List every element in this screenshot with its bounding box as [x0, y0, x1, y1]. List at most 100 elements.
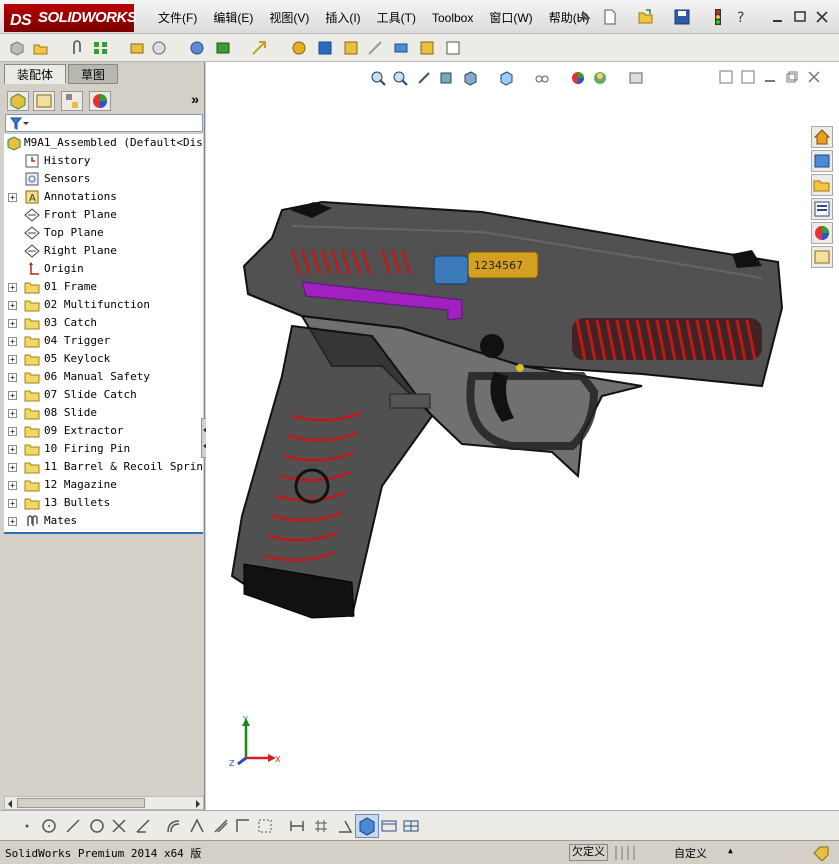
property-manager-tab[interactable] [33, 91, 55, 111]
tree-item[interactable]: Origin [4, 260, 203, 278]
tree-item[interactable]: + A Annotations [4, 188, 203, 206]
move-component-icon[interactable] [150, 39, 168, 57]
minimize-icon[interactable] [769, 8, 787, 26]
interference-detection-icon[interactable] [392, 39, 410, 57]
tree-item[interactable]: +04 Trigger [4, 332, 203, 350]
line-icon[interactable] [64, 817, 82, 835]
convert-entities-icon[interactable] [212, 817, 230, 835]
menu-file[interactable]: 文件(F) [150, 9, 205, 27]
edit-appearance-icon[interactable] [570, 70, 586, 86]
linear-pattern-icon[interactable] [92, 39, 110, 57]
viewport-minimize-icon[interactable] [763, 70, 777, 84]
tree-item[interactable]: +08 Slide [4, 404, 203, 422]
tree-item[interactable]: +13 Bullets [4, 494, 203, 512]
tree-item[interactable]: Right Plane [4, 242, 203, 260]
help-icon[interactable]: ? [733, 8, 751, 26]
expand-toggle-icon[interactable]: + [8, 319, 17, 328]
exploded-view-icon[interactable] [342, 39, 360, 57]
tree-item[interactable]: +11 Barrel & Recoil Spring [4, 458, 203, 476]
trim-icon[interactable] [110, 817, 128, 835]
expand-toggle-icon[interactable]: + [8, 373, 17, 382]
polygon-icon[interactable] [88, 817, 106, 835]
expand-toggle-icon[interactable]: + [8, 283, 17, 292]
menu-toolbox[interactable]: Toolbox [424, 9, 481, 27]
smart-fasteners-icon[interactable] [128, 39, 146, 57]
menu-view[interactable]: 视图(V) [261, 9, 317, 27]
units-custom-selector[interactable]: 自定义 [674, 845, 707, 861]
view-palette-tab[interactable] [811, 198, 833, 220]
custom-properties-tab[interactable] [811, 246, 833, 268]
menu-edit[interactable]: 编辑(E) [205, 9, 261, 27]
tab-assembly[interactable]: 装配体 [4, 64, 67, 84]
expand-toggle-icon[interactable]: + [8, 337, 17, 346]
corner-rectangle-icon[interactable] [234, 817, 252, 835]
show-hidden-icon[interactable] [188, 39, 206, 57]
view-orientation-icon[interactable] [462, 70, 478, 86]
tree-item[interactable]: +07 Slide Catch [4, 386, 203, 404]
design-library-tab[interactable] [811, 150, 833, 172]
expand-toggle-icon[interactable]: + [8, 499, 17, 508]
scroll-left-icon[interactable] [6, 799, 14, 809]
new-motion-study-icon[interactable] [290, 39, 308, 57]
bill-of-materials-icon[interactable] [316, 39, 334, 57]
appearances-scenes-tab[interactable] [811, 222, 833, 244]
pin-icon[interactable] [575, 8, 593, 26]
tree-item[interactable]: +09 Extractor [4, 422, 203, 440]
angle-icon[interactable] [336, 817, 354, 835]
save-icon[interactable] [673, 8, 691, 26]
tree-item[interactable]: Front Plane [4, 206, 203, 224]
clearance-verification-icon[interactable] [418, 39, 436, 57]
tree-item[interactable]: +05 Keylock [4, 350, 203, 368]
tree-item[interactable]: History [4, 152, 203, 170]
tree-item[interactable]: Top Plane [4, 224, 203, 242]
restore-icon[interactable] [791, 8, 809, 26]
tree-item[interactable]: +06 Manual Safety [4, 368, 203, 386]
insert-component-icon[interactable] [32, 39, 50, 57]
solidworks-resources-tab[interactable] [811, 126, 833, 148]
assembly-features-icon[interactable] [214, 39, 232, 57]
grid-icon[interactable] [312, 817, 330, 835]
menu-window[interactable]: 窗口(W) [481, 9, 540, 27]
tree-item[interactable]: +01 Frame [4, 278, 203, 296]
graphics-area[interactable]: 1234567 Y X Z [206, 62, 839, 810]
viewport-close-icon[interactable] [807, 70, 821, 84]
file-explorer-tab[interactable] [811, 174, 833, 196]
new-document-icon[interactable] [601, 8, 619, 26]
viewport-restore-icon[interactable] [785, 70, 799, 84]
tree-item[interactable]: +03 Catch [4, 314, 203, 332]
expand-toggle-icon[interactable]: + [8, 517, 17, 526]
feature-manager-tab[interactable] [7, 91, 29, 111]
mirror-icon[interactable] [188, 817, 206, 835]
scroll-thumb[interactable] [17, 798, 145, 808]
tree-item[interactable]: +12 Magazine [4, 476, 203, 494]
horizontal-scrollbar[interactable] [4, 796, 204, 810]
expand-toggle-icon[interactable]: + [8, 427, 17, 436]
expand-toggle-icon[interactable]: + [8, 481, 17, 490]
tree-item[interactable]: +02 Multifunction [4, 296, 203, 314]
mate-paperclip-icon[interactable] [68, 39, 86, 57]
point-icon[interactable] [18, 817, 36, 835]
pistol-model-render[interactable]: 1234567 [222, 196, 786, 624]
expand-toggle-icon[interactable]: + [8, 355, 17, 364]
menu-insert[interactable]: 插入(I) [317, 9, 368, 27]
reference-geometry-icon[interactable] [250, 39, 268, 57]
configuration-manager-tab[interactable] [61, 91, 83, 111]
rebuild-tag-icon[interactable] [812, 845, 830, 861]
section-view-icon[interactable] [438, 70, 454, 86]
expand-toggle-icon[interactable]: + [8, 463, 17, 472]
expand-toggle-icon[interactable]: + [8, 391, 17, 400]
tree-root-assembly[interactable]: M9A1_Assembled (Default<Displ [4, 134, 203, 152]
tree-item[interactable]: Sensors [4, 170, 203, 188]
split-horizontal-icon[interactable] [380, 817, 398, 835]
menu-tools[interactable]: 工具(T) [369, 9, 424, 27]
tile-vertical-icon[interactable] [741, 70, 755, 84]
open-folder-icon[interactable] [637, 8, 655, 26]
hide-show-items-icon[interactable] [534, 70, 550, 86]
view-settings-icon[interactable] [628, 70, 644, 86]
solidworks-logo[interactable]: DS SOLIDWORKS [4, 4, 137, 32]
units-caret-icon[interactable]: ▲ [728, 846, 733, 855]
display-style-icon[interactable] [498, 70, 514, 86]
dashed-rectangle-icon[interactable] [256, 817, 274, 835]
apply-scene-icon[interactable] [592, 70, 608, 86]
zoom-to-area-icon[interactable] [392, 70, 408, 86]
